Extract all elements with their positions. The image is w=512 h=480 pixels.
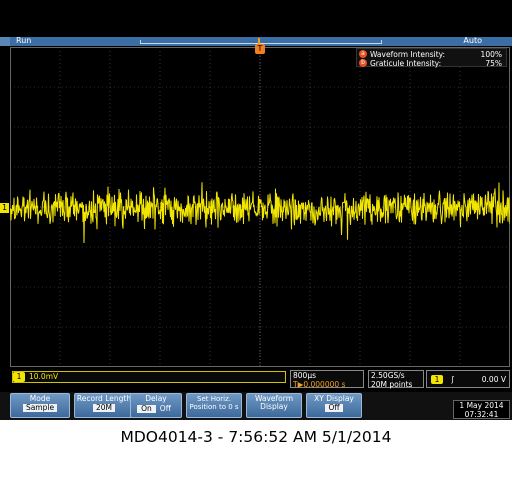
delay-label: Delay [145,394,167,403]
run-indicator [0,37,10,46]
knob-b-icon: b [359,59,367,67]
date: 1 May 2014 [459,401,504,410]
waveform-display-label: Waveform Display [254,394,294,411]
record-length-softkey[interactable]: Record Length 20M [74,393,134,418]
graticule [10,47,510,367]
time: 07:32:41 [464,410,499,419]
xy-display-label: XY Display [314,394,354,403]
graticule-intensity-value: 75% [485,59,502,68]
delay-softkey[interactable]: Delay On Off [130,393,182,418]
record-length-label: Record Length [76,394,132,403]
channel1-ground-marker[interactable]: 1 [0,203,9,213]
waveform-intensity-value: 100% [480,50,502,59]
mode-label: Mode [29,394,51,403]
screenshot-caption: MDO4014-3 - 7:56:52 AM 5/1/2014 [120,428,392,446]
channel1-readout[interactable]: 1 10.0mV [12,371,286,383]
mode-softkey[interactable]: Mode Sample [10,393,70,418]
delay-off-option[interactable]: Off [156,405,175,413]
delay-on-option[interactable]: On [137,405,156,413]
graticule-intensity-label: Graticule Intensity: [370,59,442,68]
timebase-scale: 800µs [293,371,316,380]
trigger-source-tag: 1 [431,375,443,384]
waveform-intensity-label: Waveform Intensity: [370,50,446,59]
trigger-marker-icon[interactable]: T [255,44,265,54]
run-state: Run [16,36,32,45]
record-points: 20M points [371,380,413,389]
timebase-readout[interactable]: 800µs T▶0.000000 s [290,370,364,389]
waveform-display-softkey[interactable]: Waveform Display [246,393,302,418]
intensity-readout: a Waveform Intensity: 100% b Graticule Int… [356,48,507,68]
acquisition-mode: Auto [463,36,482,45]
sample-rate: 2.50GS/s [371,371,405,380]
sampling-readout[interactable]: 2.50GS/s 20M points [368,370,424,389]
mode-value: Sample [22,404,58,412]
channel1-tag: 1 [13,372,25,382]
delay-icon: T▶ [293,380,304,389]
trigger-readout[interactable]: 1 ʃ 0.00 V [426,370,510,388]
date-time-display: 1 May 2014 07:32:41 [453,400,510,419]
xy-display-softkey[interactable]: XY Display Off [306,393,362,418]
channel1-scale: 10.0mV [29,372,59,381]
set-horiz-position-label: Set Horiz. Position to 0 s [189,395,239,411]
set-horiz-position-softkey[interactable]: Set Horiz. Position to 0 s [186,393,242,418]
xy-display-value: Off [325,404,343,412]
record-length-value: 20M [92,404,115,412]
timebase-delay: 0.000000 s [303,380,346,389]
rising-edge-icon: ʃ [451,375,454,384]
oscilloscope-screen: Run Auto T 1 a Waveform Intensity: 100% b… [0,0,512,420]
trigger-level: 0.00 V [481,375,506,384]
waveform-plot [10,47,510,367]
knob-a-icon: a [359,50,367,58]
